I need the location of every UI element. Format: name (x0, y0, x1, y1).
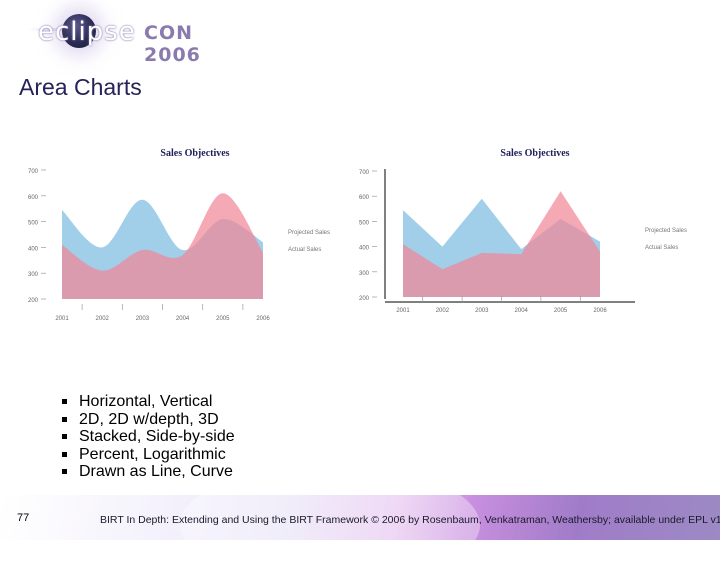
feature-item: 2D, 2D w/depth, 3D (62, 411, 235, 429)
legend-item: Projected Sales (645, 228, 687, 234)
x-tick-label: 2003 (475, 308, 489, 314)
y-tick-label: 700 (359, 170, 370, 176)
y-tick-label: 400 (359, 246, 370, 252)
x-tick-label: 2003 (136, 316, 150, 322)
chart-curve: Sales Objectives 200 300 400 500 600 700 2001 20… (20, 140, 360, 325)
feature-text: Percent, Logarithmic (79, 445, 226, 463)
slide-title: Area Charts (19, 74, 142, 100)
x-tick-label: 2005 (554, 308, 568, 314)
y-tick-label: 300 (359, 271, 370, 277)
feature-text: Horizontal, Vertical (79, 393, 213, 410)
bullet-icon (62, 451, 67, 457)
y-tick-label: 500 (359, 220, 370, 226)
legend-item: Actual Sales (645, 245, 678, 251)
y-tick-label: 700 (28, 169, 39, 175)
feature-item: Drawn as Line, Curve (62, 463, 235, 481)
chart-svg: Sales Objectives 200 300 400 500 600 700 2001 20… (28, 148, 330, 322)
feature-item: Percent, Logarithmic (62, 446, 235, 464)
feature-item: Horizontal, Vertical (62, 393, 235, 411)
chart-line: Sales Objectives 200 300 400 500 600 700 2001 20… (355, 140, 720, 325)
x-tick-label: 2006 (593, 308, 607, 314)
x-tick-label: 2005 (216, 316, 230, 322)
y-tick-label: 600 (28, 195, 39, 201)
bullet-icon (62, 434, 67, 439)
chart-title: Sales Objectives (160, 148, 229, 159)
y-tick-label: 600 (359, 195, 370, 201)
legend-item: Projected Sales (288, 230, 330, 236)
feature-item: Stacked, Side-by-side (62, 428, 235, 446)
x-tick-label: 2004 (515, 308, 529, 314)
x-tick-label: 2002 (436, 308, 450, 314)
bullet-icon (62, 469, 67, 474)
logo-word: eclipse (38, 17, 136, 47)
eclipsecon-logo: eclipse CON 2006 (28, 8, 228, 66)
logo-event: CON 2006 (144, 22, 201, 66)
x-tick-label: 2004 (176, 316, 190, 322)
y-tick-label: 300 (28, 272, 39, 278)
feature-text: Stacked, Side-by-side (79, 428, 235, 445)
chart-title: Sales Objectives (500, 148, 569, 159)
y-tick-label: 500 (28, 221, 39, 227)
x-tick-label: 2001 (55, 316, 69, 322)
x-tick-label: 2001 (396, 308, 410, 314)
x-tick-label: 2002 (96, 316, 110, 322)
bullet-icon (62, 399, 67, 404)
chart-svg: Sales Objectives 200 300 400 500 600 700 2001 20… (359, 148, 687, 314)
bullet-icon (62, 416, 67, 422)
feature-text: Drawn as Line, Curve (79, 463, 233, 480)
y-tick-label: 200 (359, 296, 370, 302)
legend-item: Actual Sales (288, 247, 321, 253)
y-tick-label: 200 (28, 298, 39, 304)
feature-list: Horizontal, Vertical 2D, 2D w/depth, 3D … (62, 393, 235, 481)
feature-text: 2D, 2D w/depth, 3D (79, 410, 219, 428)
footer-copyright: BIRT In Depth: Extending and Using the B… (100, 514, 720, 526)
page-number: 77 (17, 512, 30, 524)
y-tick-label: 400 (28, 246, 39, 252)
x-tick-label: 2006 (256, 316, 270, 322)
